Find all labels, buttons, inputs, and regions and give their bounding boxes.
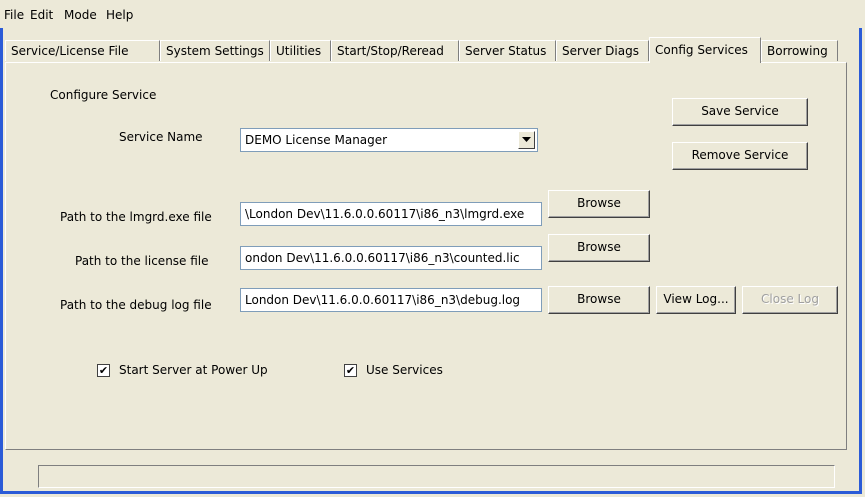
service-name-dropdown[interactable]: DEMO License Manager [240, 128, 538, 152]
debug-path-label: Path to the debug log file [60, 298, 212, 312]
browse-license-button[interactable]: Browse [548, 234, 650, 262]
menu-file[interactable]: File [4, 8, 24, 22]
tab-service-license-file[interactable]: Service/License File [5, 40, 160, 61]
tab-config-services[interactable]: Config Services [649, 37, 761, 63]
menu-help[interactable]: Help [106, 8, 133, 22]
license-path-input[interactable]: ondon Dev\11.6.0.0.60117\i86_n3\counted.… [240, 246, 542, 270]
tab-strip: Service/License File System Settings Uti… [5, 37, 845, 63]
start-at-power-up-checkbox[interactable]: ✔ [97, 364, 110, 377]
tab-utilities[interactable]: Utilities [270, 40, 331, 61]
license-path-label: Path to the license file [75, 254, 209, 268]
debug-path-input[interactable]: London Dev\11.6.0.0.60117\i86_n3\debug.l… [240, 288, 542, 312]
start-at-power-up-label: Start Server at Power Up [119, 363, 268, 377]
close-log-button[interactable]: Close Log [742, 286, 838, 314]
browse-lmgrd-button[interactable]: Browse [548, 190, 650, 218]
menu-mode[interactable]: Mode [64, 8, 97, 22]
tab-server-status[interactable]: Server Status [459, 40, 556, 61]
tab-server-diags[interactable]: Server Diags [556, 40, 649, 61]
remove-service-button[interactable]: Remove Service [672, 142, 808, 170]
menu-bar: File Edit Mode Help [0, 0, 865, 28]
service-name-label: Service Name [119, 130, 203, 144]
status-bar [38, 465, 835, 488]
lmgrd-path-input[interactable]: \London Dev\11.6.0.0.60117\i86_n3\lmgrd.… [240, 202, 542, 226]
section-title: Configure Service [50, 88, 157, 102]
chevron-down-icon[interactable] [518, 131, 535, 149]
use-services-label: Use Services [366, 363, 443, 377]
tab-system-settings[interactable]: System Settings [160, 40, 270, 61]
use-services-checkbox[interactable]: ✔ [344, 364, 357, 377]
save-service-button[interactable]: Save Service [672, 98, 808, 126]
service-name-value: DEMO License Manager [245, 133, 388, 147]
view-log-button[interactable]: View Log... [656, 286, 736, 314]
menu-edit[interactable]: Edit [30, 8, 53, 22]
tab-start-stop-reread[interactable]: Start/Stop/Reread [331, 40, 459, 61]
lmgrd-path-label: Path to the lmgrd.exe file [60, 210, 212, 224]
browse-debug-button[interactable]: Browse [548, 286, 650, 314]
tab-borrowing[interactable]: Borrowing [761, 40, 838, 61]
